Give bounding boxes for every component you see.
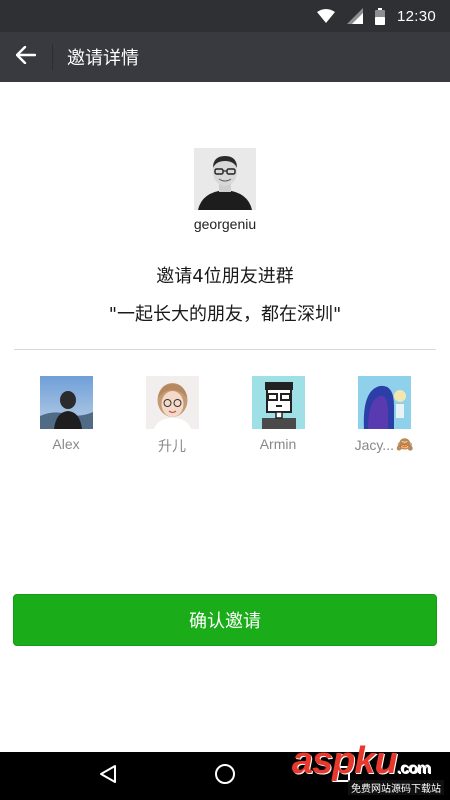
confirm-invite-button[interactable]: 确认邀请: [13, 594, 437, 646]
friend-avatar: [251, 376, 305, 429]
friend-name: Alex: [52, 436, 80, 452]
invite-count-text: 邀请4位朋友进群: [156, 266, 294, 287]
nav-back-button[interactable]: [84, 752, 132, 800]
nav-home-button[interactable]: [201, 752, 249, 800]
home-circle-icon: [214, 763, 236, 789]
friend-avatar: [39, 376, 93, 429]
arrow-left-icon: [15, 45, 37, 68]
friend-avatar: [145, 376, 199, 429]
signal-icon: [346, 8, 363, 24]
battery-icon: [374, 7, 385, 25]
back-button[interactable]: [0, 32, 52, 82]
wifi-icon: [316, 9, 335, 23]
friend-name: 升儿: [158, 438, 186, 454]
group-name: "一起长大的朋友，都在深圳": [108, 304, 342, 325]
status-bar: 12:30: [0, 0, 450, 32]
see-no-evil-monkey-icon: 🙈: [395, 436, 414, 452]
owner-name: georgeniu: [193, 216, 257, 232]
page-title: 邀请详情: [67, 48, 139, 69]
friend-item[interactable]: 升儿: [127, 376, 217, 456]
status-time: 12:30: [396, 7, 436, 25]
title-bar: 邀请详情: [0, 32, 450, 82]
friend-name: Armin: [259, 436, 297, 452]
title-divider: [52, 44, 53, 70]
friend-avatar: [357, 376, 411, 429]
divider: [14, 349, 436, 350]
invite-detail-content: georgeniu 邀请4位朋友进群 "一起长大的朋友，都在深圳" Alex 升…: [0, 82, 450, 752]
nav-recents-button[interactable]: [318, 752, 366, 800]
navigation-bar: [0, 752, 450, 800]
friend-name: Jacy... 🙈: [354, 436, 414, 453]
friend-item[interactable]: Jacy... 🙈: [339, 376, 429, 453]
back-triangle-icon: [98, 764, 118, 788]
friend-item[interactable]: Alex: [21, 376, 111, 452]
owner-avatar[interactable]: [194, 148, 256, 210]
recents-square-icon: [332, 764, 352, 788]
friend-item[interactable]: Armin: [233, 376, 323, 452]
